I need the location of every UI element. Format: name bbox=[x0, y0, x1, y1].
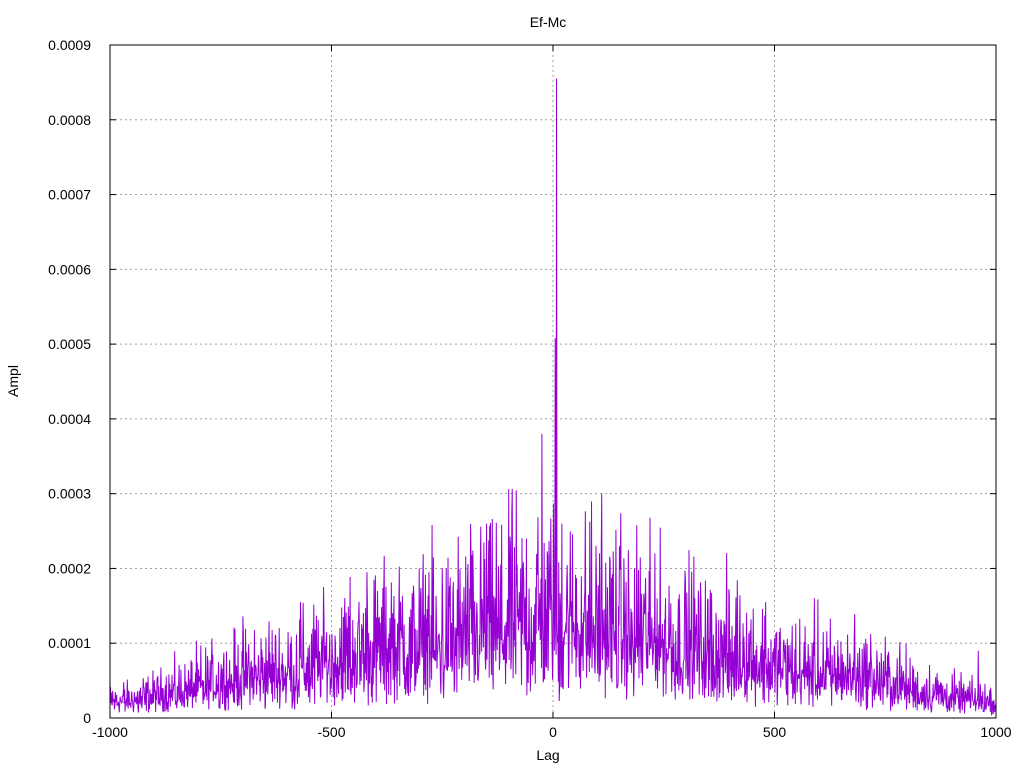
y-axis-tick-labels: 0 0.0001 0.0002 0.0003 0.0004 0.0005 0.0006 0.0… bbox=[48, 37, 91, 726]
y-tick-label: 0.0005 bbox=[48, 336, 91, 352]
y-tick-label: 0.0009 bbox=[48, 37, 91, 53]
x-axis-tick-labels: -1000 -500 0 500 1000 bbox=[92, 724, 1012, 740]
y-tick-label: 0.0003 bbox=[48, 486, 91, 502]
y-tick-label: 0.0002 bbox=[48, 560, 91, 576]
y-tick-label: 0 bbox=[83, 710, 91, 726]
x-tick-label: -1000 bbox=[92, 724, 128, 740]
y-tick-label: 0.0008 bbox=[48, 112, 91, 128]
y-tick-label: 0.0004 bbox=[48, 411, 91, 427]
chart-title: Ef-Mc bbox=[530, 14, 567, 30]
y-tick-label: 0.0007 bbox=[48, 187, 91, 203]
x-tick-label: 0 bbox=[549, 724, 557, 740]
x-tick-label: -500 bbox=[317, 724, 345, 740]
line-chart: Ef-Mc -1000 -500 0 500 1000 0 0.0001 0.0002 0.0… bbox=[5, 14, 1012, 763]
x-axis-label: Lag bbox=[536, 747, 559, 763]
x-tick-label: 500 bbox=[763, 724, 787, 740]
y-tick-label: 0.0006 bbox=[48, 261, 91, 277]
x-tick-label: 1000 bbox=[980, 724, 1011, 740]
y-axis-label: Ampl bbox=[5, 365, 21, 397]
y-tick-label: 0.0001 bbox=[48, 635, 91, 651]
